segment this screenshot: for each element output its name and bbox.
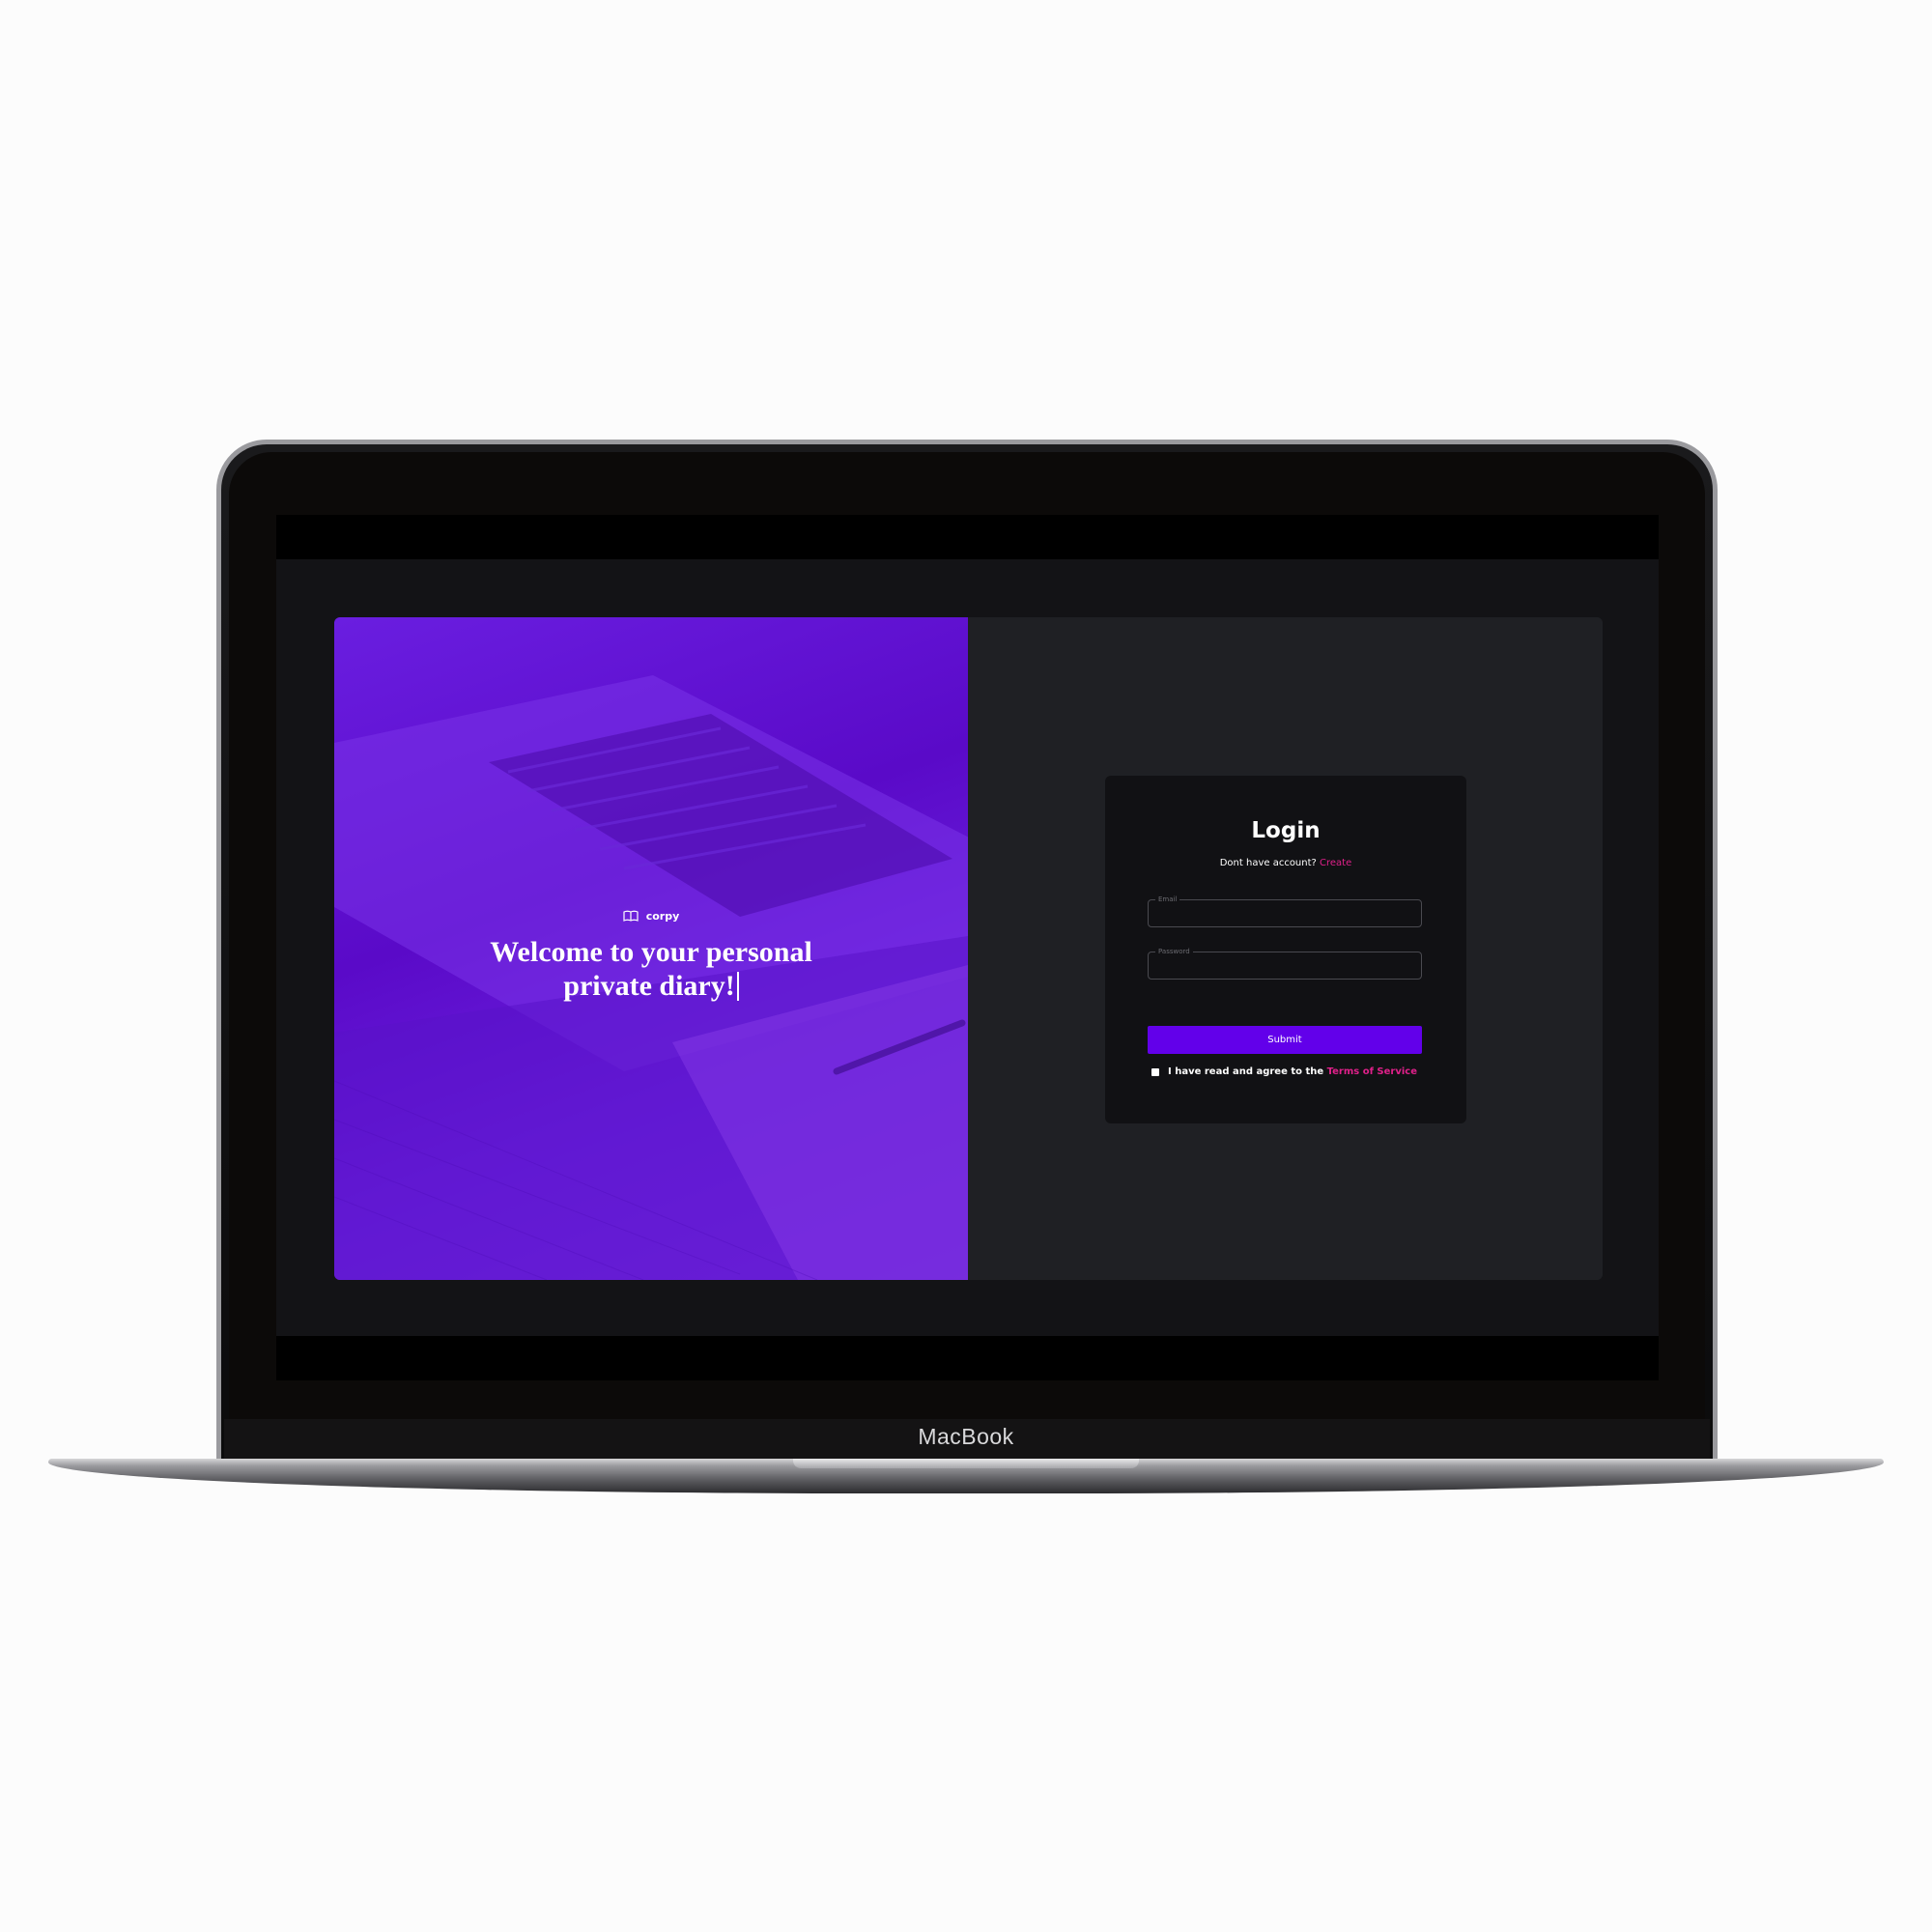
app-window: corpy Welcome to your personal private d… [276,559,1659,1336]
terms-agreement: I have read and agree to the Terms of Se… [1151,1066,1417,1077]
terms-checkbox[interactable] [1151,1067,1159,1076]
headline-line-2-wrap: private diary! [334,969,968,1003]
password-input[interactable] [1149,952,1421,979]
agree-text: I have read and agree to the [1168,1066,1324,1077]
login-card: Login Dont have account? Create Email Pa… [1105,776,1466,1123]
login-page-container: corpy Welcome to your personal private d… [334,617,1603,1280]
password-field[interactable]: Password [1148,947,1422,980]
email-field[interactable]: Email [1148,895,1422,927]
device-brand-label: MacBook [918,1424,1014,1449]
signup-prompt: Dont have account? Create [1105,858,1466,868]
submit-button[interactable]: Submit [1148,1026,1422,1054]
laptop-hinge-notch [793,1459,1139,1468]
hero-panel: corpy Welcome to your personal private d… [334,617,968,1280]
no-account-text: Dont have account? [1219,858,1317,868]
text-cursor [736,972,739,1001]
create-account-link[interactable]: Create [1320,858,1351,868]
login-panel: Login Dont have account? Create Email Pa… [968,617,1603,1280]
book-open-icon [623,910,639,922]
brand-name: corpy [645,909,680,923]
hero-headline: Welcome to your personal private diary! [334,935,968,1003]
hero-text-block: corpy Welcome to your personal private d… [334,907,968,1003]
laptop-mockup: MacBook corpy Welcome to your personal p… [0,0,1932,1932]
screen: corpy Welcome to your personal private d… [276,515,1659,1380]
terms-agreement-text: I have read and agree to the Terms of Se… [1168,1066,1417,1077]
email-input[interactable] [1149,900,1421,926]
headline-line-1: Welcome to your personal [490,936,812,968]
headline-line-2: private diary! [563,970,735,1002]
login-title: Login [1251,818,1321,843]
brand-logo[interactable]: corpy [623,909,680,923]
terms-of-service-link[interactable]: Terms of Service [1327,1066,1417,1077]
